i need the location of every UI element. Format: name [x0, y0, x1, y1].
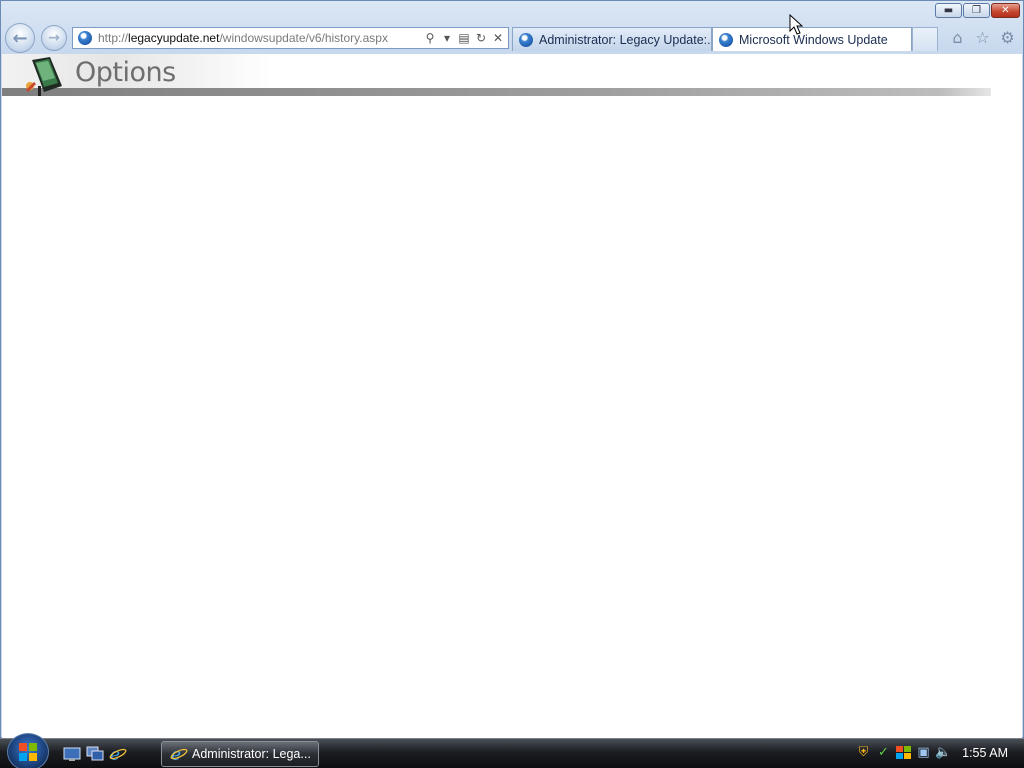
start-button[interactable] [7, 733, 49, 768]
search-icon[interactable]: ⚲ [423, 30, 437, 46]
system-clock[interactable]: 1:55 AM [962, 746, 1008, 760]
url-path: /windowsupdate/v6/history.aspx [219, 31, 388, 45]
internet-explorer-icon: e [170, 745, 188, 763]
page-globe-icon [78, 31, 92, 45]
mouse-cursor-icon [789, 14, 803, 35]
options-pda-icon [26, 57, 62, 96]
window-caption-buttons: ▬ ❐ ✕ [935, 3, 1020, 18]
page-content: Options [2, 54, 1022, 738]
new-tab-button[interactable] [912, 27, 938, 51]
network-icon[interactable]: ▣ [915, 744, 932, 761]
minimize-button[interactable]: ▬ [935, 3, 962, 18]
compatibility-icon[interactable]: ▤ [457, 30, 471, 46]
taskbar-button-label: Administrator: Lega... [192, 747, 311, 761]
page-header: Options [2, 54, 992, 96]
refresh-icon[interactable]: ↻ [474, 30, 488, 46]
show-desktop-icon[interactable] [63, 745, 81, 763]
tab-globe-icon [519, 32, 533, 47]
internet-explorer-icon[interactable]: e [109, 745, 127, 763]
tab-label: Administrator: Legacy Update:... [539, 32, 712, 47]
stop-icon[interactable]: ✕ [491, 30, 505, 46]
back-arrow-icon: ← [12, 27, 28, 49]
address-url[interactable]: http://legacyupdate.net/windowsupdate/v6… [98, 31, 423, 45]
page-title: Options [75, 57, 176, 88]
tab-legacy-update[interactable]: Administrator: Legacy Update:... [512, 27, 712, 51]
quick-launch: e [63, 745, 127, 763]
notification-area: ⛨ ✓ ▣ 🔈 [855, 744, 952, 761]
restore-button[interactable]: ❐ [963, 3, 990, 18]
url-scheme: http:// [98, 31, 129, 45]
gear-icon[interactable]: ⚙ [998, 28, 1017, 47]
tab-microsoft-windows-update[interactable]: Microsoft Windows Update [712, 27, 912, 51]
windows-logo-icon [19, 743, 37, 761]
home-icon[interactable]: ⌂ [948, 28, 967, 47]
command-icons: ⌂ ☆ ⚙ [948, 28, 1017, 47]
taskbar: e e Administrator: Lega... ⛨ ✓ ▣ 🔈 1:55 … [0, 733, 1024, 768]
tab-globe-icon [719, 32, 733, 47]
volume-muted-icon[interactable]: 🔈 [935, 744, 952, 761]
dropdown-icon[interactable]: ▾ [440, 30, 454, 46]
url-domain: legacyupdate.net [128, 31, 220, 45]
switch-windows-icon[interactable] [86, 745, 104, 763]
tab-strip: Administrator: Legacy Update:... Microso… [512, 27, 938, 51]
address-bar[interactable]: http://legacyupdate.net/windowsupdate/v6… [72, 27, 509, 49]
browser-window: ▬ ❐ ✕ ← → http://legacyupdate.net/window… [0, 0, 1024, 738]
star-icon[interactable]: ☆ [973, 28, 992, 47]
security-shield-icon[interactable]: ⛨ [855, 744, 872, 761]
tab-label: Microsoft Windows Update [739, 32, 888, 47]
back-button[interactable]: ← [5, 23, 35, 53]
forward-arrow-icon: → [48, 30, 60, 46]
update-check-icon[interactable]: ✓ [875, 744, 892, 761]
taskbar-ie-button[interactable]: e Administrator: Lega... [161, 741, 319, 767]
header-divider [2, 88, 991, 96]
windows-flag-icon[interactable] [895, 744, 912, 761]
close-button[interactable]: ✕ [991, 3, 1020, 18]
forward-button[interactable]: → [41, 25, 67, 51]
